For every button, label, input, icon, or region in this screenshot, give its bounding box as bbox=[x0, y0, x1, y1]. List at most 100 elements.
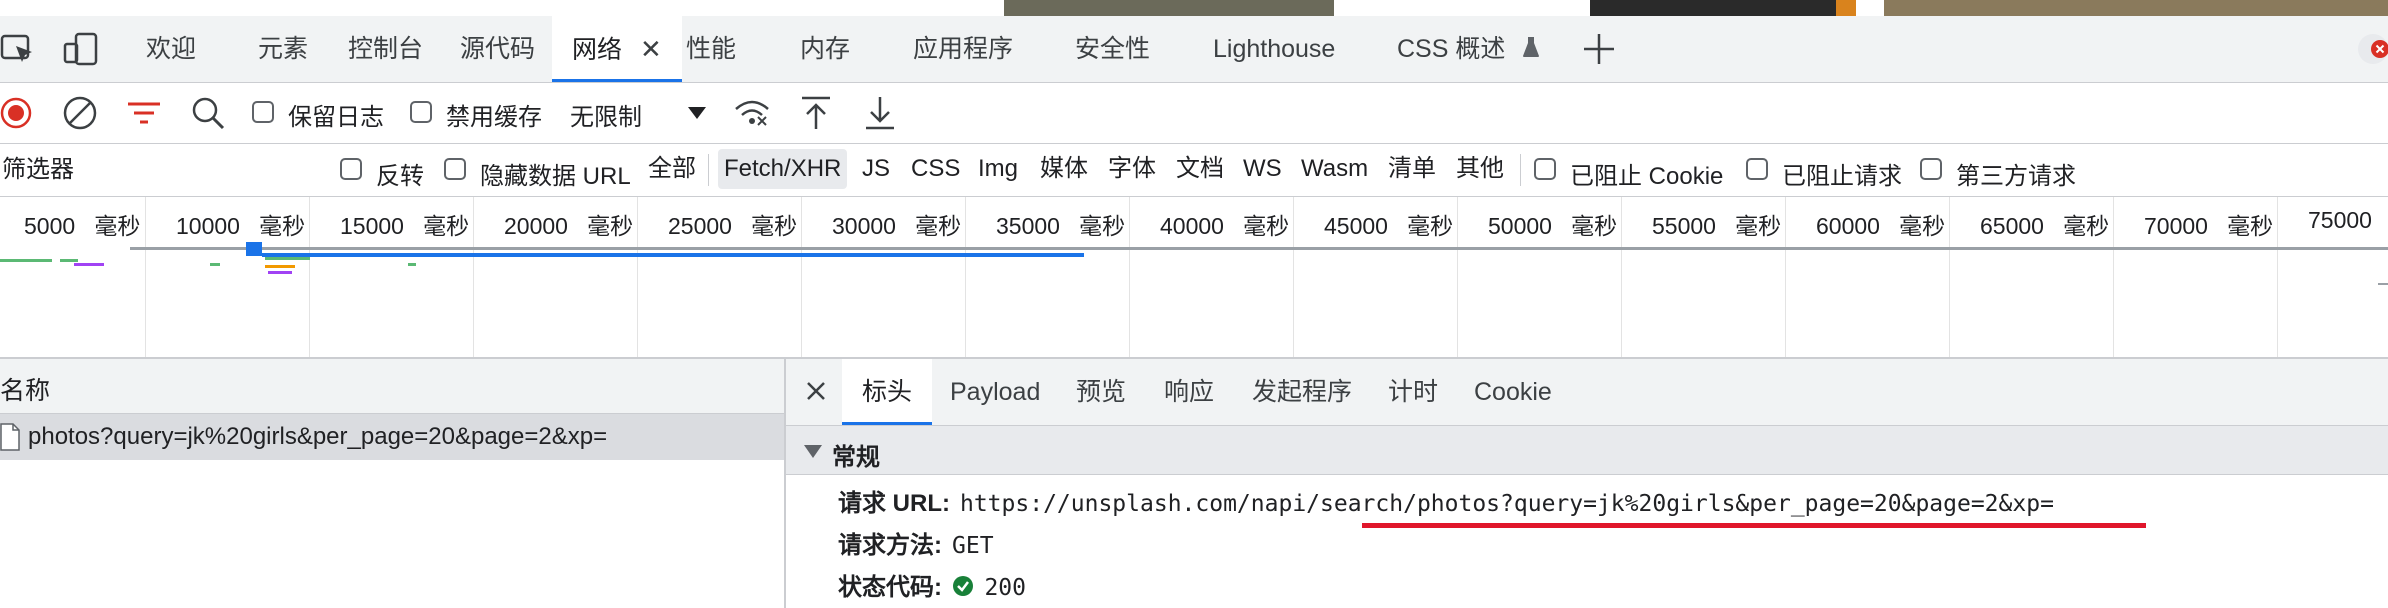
tick-label: 25000 毫秒 bbox=[668, 213, 798, 239]
throttling-value: 无限制 bbox=[570, 104, 642, 131]
type-filter-all[interactable]: 全部 bbox=[648, 149, 696, 189]
close-icon[interactable] bbox=[800, 375, 832, 407]
disable-cache-label: 禁用缓存 bbox=[446, 104, 542, 131]
tab-label: Lighthouse bbox=[1213, 35, 1336, 63]
column-header-label: 名称 bbox=[0, 377, 51, 405]
export-har-icon[interactable] bbox=[860, 93, 900, 133]
tab-initiator[interactable]: 发起程序 bbox=[1252, 359, 1352, 422]
type-filter-fetch-xhr[interactable]: Fetch/XHR bbox=[718, 149, 848, 189]
tab-cookies[interactable]: Cookie bbox=[1474, 359, 1552, 422]
filter-icon[interactable] bbox=[124, 93, 164, 133]
blocked-cookies-label: 已阻止 Cookie bbox=[1570, 163, 1724, 190]
timeline-baseline bbox=[130, 247, 2388, 250]
tab-timing[interactable]: 计时 bbox=[1388, 359, 1438, 422]
tick-label: 45000 毫秒 bbox=[1324, 213, 1454, 239]
network-toolbar: 保留日志 禁用缓存 无限制 bbox=[0, 83, 2388, 144]
field-label: 状态代码: bbox=[838, 574, 942, 601]
error-count-icon[interactable] bbox=[2358, 34, 2388, 64]
request-bar bbox=[60, 259, 78, 262]
tick-label: 20000 毫秒 bbox=[504, 213, 634, 239]
timeline-selection-handle[interactable] bbox=[246, 242, 262, 256]
tab-label: 内存 bbox=[800, 35, 851, 63]
request-bar bbox=[0, 259, 52, 262]
hide-data-urls-label: 隐藏数据 URL bbox=[480, 163, 631, 190]
invert-checkbox[interactable] bbox=[340, 158, 362, 180]
hide-data-urls-checkbox[interactable] bbox=[444, 158, 466, 180]
type-filter-doc[interactable]: 文档 bbox=[1176, 149, 1224, 189]
type-filter-manifest[interactable]: 清单 bbox=[1388, 149, 1436, 189]
tab-memory[interactable]: 内存 bbox=[800, 16, 850, 82]
request-bar bbox=[265, 265, 295, 268]
tab-performance[interactable]: 性能 bbox=[686, 16, 736, 82]
device-toolbar-icon[interactable] bbox=[62, 30, 100, 68]
tab-welcome[interactable]: 欢迎 bbox=[146, 16, 196, 82]
tick-label: 5000 毫秒 bbox=[24, 213, 141, 239]
tab-security[interactable]: 安全性 bbox=[1075, 16, 1150, 82]
gridline bbox=[801, 197, 802, 357]
tab-sources[interactable]: 源代码 bbox=[460, 16, 535, 82]
type-filter-media[interactable]: 媒体 bbox=[1040, 149, 1088, 189]
field-label: 请求方法: bbox=[838, 532, 942, 559]
network-overview-timeline[interactable]: 5000 毫秒 10000 毫秒 15000 毫秒 20000 毫秒 25000… bbox=[0, 197, 2388, 359]
type-filter-css[interactable]: CSS bbox=[911, 149, 960, 189]
request-name: photos?query=jk%20girls&per_page=20&page… bbox=[28, 423, 608, 450]
gridline bbox=[1949, 197, 1950, 357]
clear-icon[interactable] bbox=[60, 93, 100, 133]
tick-label: 60000 毫秒 bbox=[1816, 213, 1946, 239]
tick-label: 15000 毫秒 bbox=[340, 213, 470, 239]
request-bar bbox=[265, 257, 310, 260]
blocked-cookies-checkbox[interactable] bbox=[1534, 158, 1556, 180]
request-bar bbox=[2378, 283, 2388, 285]
type-filter-js[interactable]: JS bbox=[862, 149, 890, 189]
table-row[interactable]: photos?query=jk%20girls&per_page=20&page… bbox=[0, 414, 784, 460]
search-icon[interactable] bbox=[188, 93, 228, 133]
tab-label: 源代码 bbox=[460, 35, 536, 63]
request-bar bbox=[268, 271, 292, 274]
type-filter-img[interactable]: Img bbox=[978, 149, 1018, 189]
gridline bbox=[2277, 197, 2278, 357]
type-filter-font[interactable]: 字体 bbox=[1108, 149, 1156, 189]
tab-application[interactable]: 应用程序 bbox=[913, 16, 1013, 82]
devtools-tab-bar: 欢迎 元素 控制台 源代码 网络 ✕ 性能 内存 应用程序 安全性 Lightho… bbox=[0, 16, 2388, 83]
import-har-icon[interactable] bbox=[796, 93, 836, 133]
preserve-log-checkbox[interactable] bbox=[252, 101, 274, 123]
throttling-select[interactable]: 无限制 bbox=[560, 93, 712, 133]
request-method-value: GET bbox=[952, 533, 994, 559]
gridline bbox=[1785, 197, 1786, 357]
request-details-panel: 标头 Payload 预览 响应 发起程序 计时 Cookie 常规 请求 UR… bbox=[786, 359, 2388, 608]
filter-bar: 反转 隐藏数据 URL 全部 Fetch/XHR JS CSS Img 媒体 字… bbox=[0, 144, 2388, 197]
tab-css-overview[interactable]: CSS 概述 bbox=[1397, 16, 1540, 82]
network-conditions-icon[interactable] bbox=[732, 93, 772, 133]
type-filter-wasm[interactable]: Wasm bbox=[1301, 149, 1368, 189]
tab-console[interactable]: 控制台 bbox=[348, 16, 423, 82]
gridline bbox=[1621, 197, 1622, 357]
third-party-checkbox[interactable] bbox=[1920, 158, 1942, 180]
type-filter-other[interactable]: 其他 bbox=[1456, 149, 1504, 189]
timeline-ruler: 5000 毫秒 10000 毫秒 15000 毫秒 20000 毫秒 25000… bbox=[0, 197, 2388, 357]
tab-network[interactable]: 网络 ✕ bbox=[552, 16, 682, 82]
divider bbox=[708, 154, 709, 186]
record-icon[interactable] bbox=[0, 93, 40, 133]
general-section-header[interactable]: 常规 bbox=[786, 426, 2388, 475]
more-tabs-plus-icon[interactable] bbox=[1580, 30, 1618, 68]
inspect-element-icon[interactable] bbox=[0, 30, 38, 68]
gridline bbox=[473, 197, 474, 357]
gridline bbox=[637, 197, 638, 357]
disable-cache-checkbox[interactable] bbox=[410, 101, 432, 123]
column-header-name[interactable]: 名称 bbox=[0, 359, 784, 414]
tab-response[interactable]: 响应 bbox=[1164, 359, 1214, 422]
tab-headers[interactable]: 标头 bbox=[842, 359, 933, 425]
type-filter-ws[interactable]: WS bbox=[1243, 149, 1282, 189]
gridline bbox=[1293, 197, 1294, 357]
tab-preview[interactable]: 预览 bbox=[1076, 359, 1126, 422]
close-icon[interactable]: ✕ bbox=[640, 34, 662, 64]
tab-payload[interactable]: Payload bbox=[950, 359, 1040, 422]
tick-label: 65000 毫秒 bbox=[1980, 213, 2110, 239]
tick-label: 10000 毫秒 bbox=[176, 213, 306, 239]
blocked-requests-checkbox[interactable] bbox=[1746, 158, 1768, 180]
tab-lighthouse[interactable]: Lighthouse bbox=[1213, 16, 1335, 82]
chevron-down-icon bbox=[804, 445, 822, 458]
filter-input[interactable] bbox=[0, 150, 314, 190]
tick-label: 55000 毫秒 bbox=[1652, 213, 1782, 239]
tab-elements[interactable]: 元素 bbox=[258, 16, 308, 82]
